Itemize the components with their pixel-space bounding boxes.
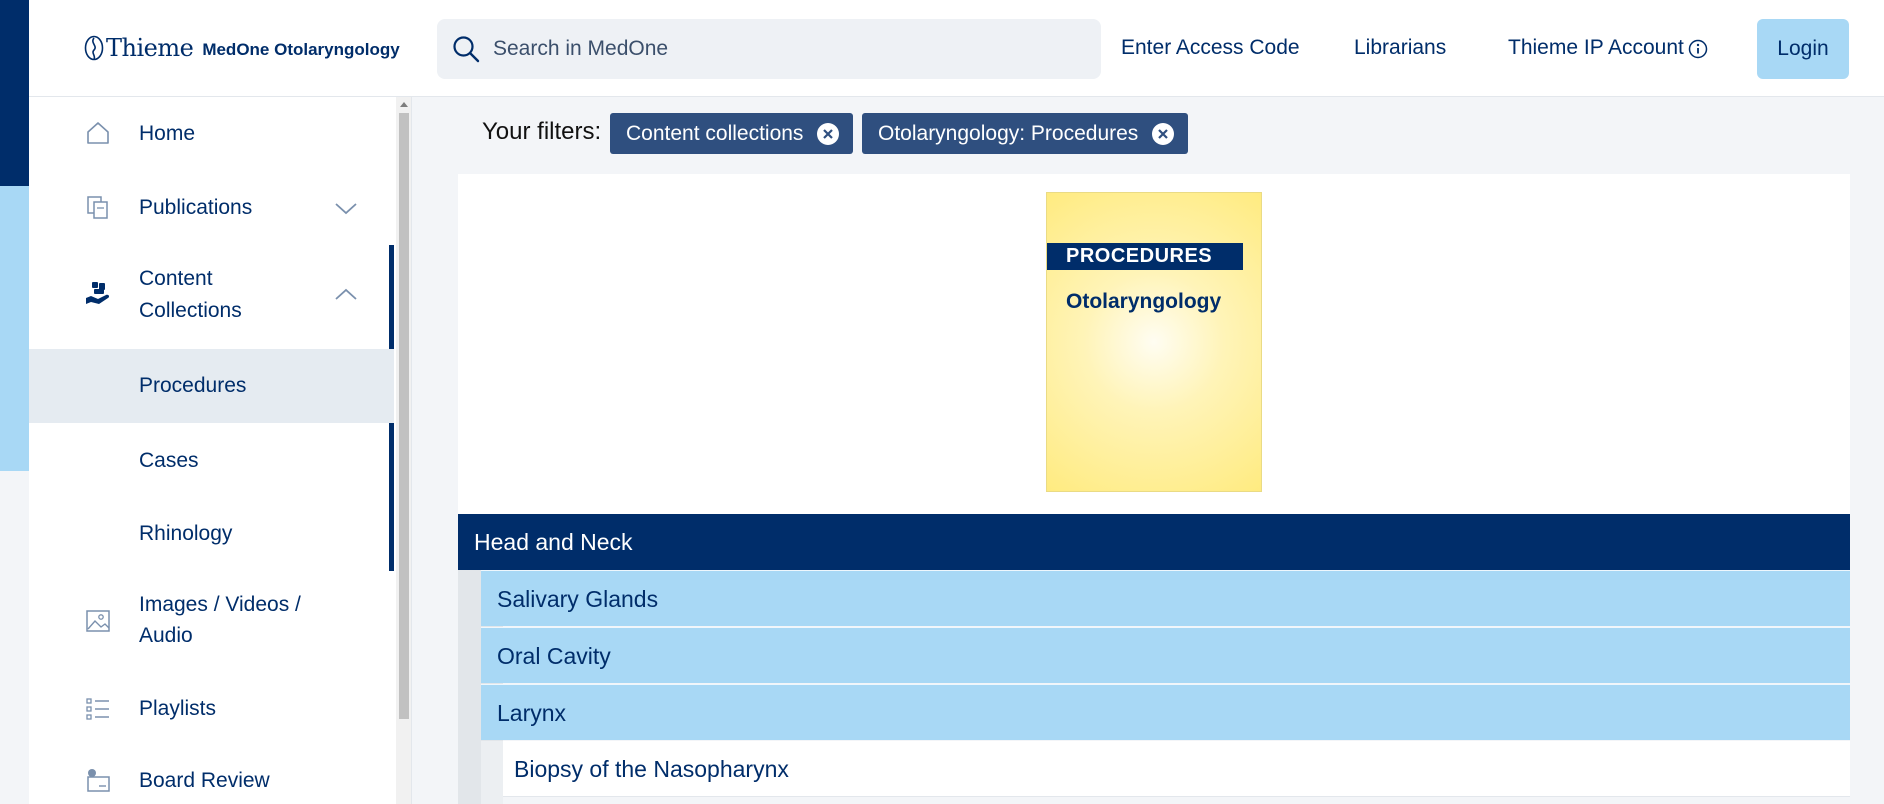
enter-access-code-link[interactable]: Enter Access Code	[1121, 36, 1300, 60]
home-icon	[87, 122, 109, 144]
search-input[interactable]	[493, 37, 1053, 61]
sidebar-label-procedures: Procedures	[139, 374, 247, 397]
sidebar-item-content-collections[interactable]: Content Collections	[29, 245, 394, 345]
tree-item-salivary-glands[interactable]: Salivary Glands	[481, 570, 1850, 626]
sidebar-item-cases[interactable]: Cases	[29, 423, 394, 497]
cover-band: PROCEDURES	[1047, 243, 1243, 270]
logo-brand: Thieme	[106, 34, 194, 62]
hand-collection-icon	[86, 282, 110, 304]
filters-label: Your filters:	[482, 118, 602, 145]
filter-chip-otolaryngology-procedures[interactable]: Otolaryngology: Procedures	[862, 113, 1189, 154]
board-review-icon	[87, 769, 110, 792]
sidebar-item-home[interactable]: Home	[29, 97, 394, 171]
sidebar-label-rhinology: Rhinology	[139, 522, 233, 545]
sidebar-label-board-review: Board Review	[139, 769, 270, 792]
thieme-logo[interactable]: Thieme MedOne Otolaryngology	[84, 34, 400, 62]
search-box[interactable]	[437, 19, 1101, 79]
info-icon[interactable]	[1688, 39, 1708, 59]
tree-item-larynx[interactable]: Larynx	[481, 684, 1850, 740]
sidebar-item-procedures[interactable]: Procedures	[29, 349, 394, 423]
image-icon	[86, 610, 110, 632]
left-accent-light	[0, 186, 29, 471]
librarians-link[interactable]: Librarians	[1354, 36, 1446, 60]
thieme-logo-icon	[84, 35, 104, 61]
collection-cover[interactable]: PROCEDURES Otolaryngology	[1046, 192, 1262, 492]
tree-item-oral-cavity[interactable]: Oral Cavity	[481, 627, 1850, 683]
login-button[interactable]: Login	[1757, 19, 1849, 79]
filter-chip-label: Content collections	[626, 121, 804, 145]
tree-item-head-and-neck[interactable]: Head and Neck	[458, 514, 1850, 570]
sidebar-item-rhinology[interactable]: Rhinology	[29, 497, 394, 571]
top-header: Thieme MedOne Otolaryngology Enter Acces…	[29, 0, 1884, 97]
sidebar-scrollbar[interactable]	[396, 97, 411, 804]
sidebar-label-cases: Cases	[139, 449, 199, 472]
sidebar-label-content: Content	[139, 267, 213, 290]
sidebar-item-images-videos-audio[interactable]: Images / Videos / Audio	[29, 571, 394, 671]
sidebar-label-playlists: Playlists	[139, 697, 217, 720]
remove-filter-icon[interactable]	[817, 122, 840, 145]
scroll-up-arrow[interactable]	[400, 102, 408, 107]
sidebar-label-images-2: Audio	[139, 624, 193, 647]
thieme-ip-account-link[interactable]: Thieme IP Account	[1508, 36, 1684, 60]
sidebar-item-publications[interactable]: Publications	[29, 171, 394, 245]
sidebar-item-board-review[interactable]: Board Review	[29, 745, 394, 804]
list-icon	[86, 698, 109, 720]
tree-item-biopsy-nasopharynx[interactable]: Biopsy of the Nasopharynx	[503, 741, 1850, 797]
chevron-up-icon[interactable]	[334, 287, 358, 301]
search-icon	[453, 36, 480, 63]
sidebar-label-collections: Collections	[139, 299, 242, 322]
tree-indent-2	[481, 741, 503, 804]
sidebar-label-images-1: Images / Videos /	[139, 593, 301, 616]
chevron-down-icon[interactable]	[334, 202, 358, 216]
left-accent-dark	[0, 0, 29, 186]
sidebar-label-publications: Publications	[139, 196, 253, 219]
sidebar-item-playlists[interactable]: Playlists	[29, 671, 394, 745]
sidebar-label-home: Home	[139, 122, 196, 145]
cover-title: Otolaryngology	[1066, 290, 1222, 313]
remove-filter-icon[interactable]	[1152, 122, 1175, 145]
logo-product: MedOne Otolaryngology	[202, 40, 400, 59]
publications-icon	[87, 196, 108, 219]
filter-chip-label: Otolaryngology: Procedures	[878, 121, 1139, 145]
filter-chip-content-collections[interactable]: Content collections	[610, 113, 854, 154]
sidebar: Home Publications Content Collections Pr…	[29, 97, 412, 804]
scroll-thumb[interactable]	[399, 113, 409, 719]
